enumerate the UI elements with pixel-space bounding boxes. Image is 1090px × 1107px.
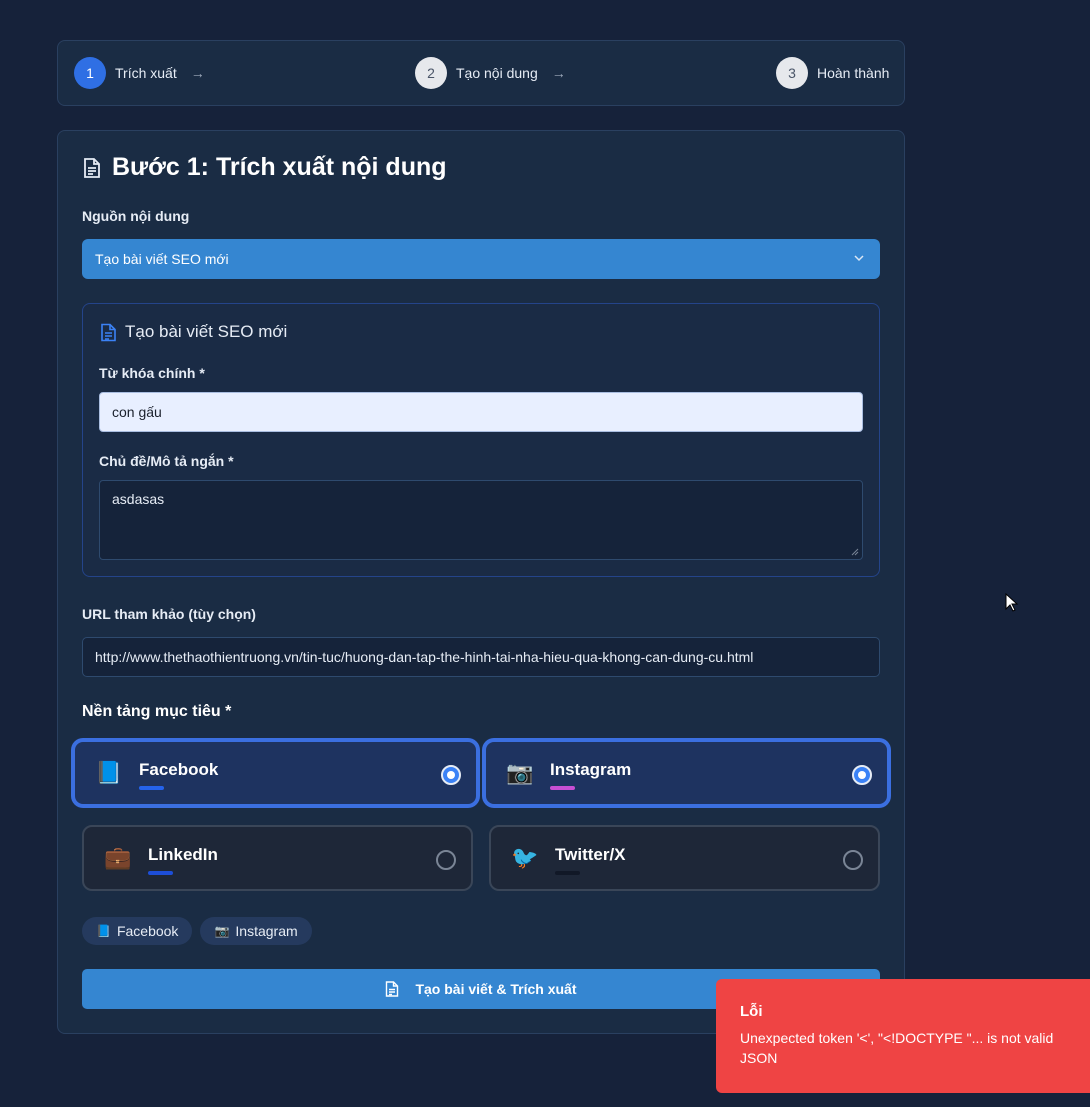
- camera-icon: 📷: [214, 924, 230, 938]
- page-title: Bước 1: Trích xuất nội dung: [82, 153, 447, 182]
- platform-name: LinkedIn: [148, 845, 218, 864]
- platform-card-instagram[interactable]: 📷 Instagram: [484, 740, 889, 806]
- step-create-content: 2 Tạo nội dung →: [415, 57, 566, 89]
- step-label: Tạo nội dung: [456, 65, 538, 81]
- platform-color-bar: [148, 871, 173, 875]
- topic-label: Chủ đề/Mô tả ngắn *: [99, 453, 234, 469]
- source-select[interactable]: Tạo bài viết SEO mới: [82, 239, 880, 279]
- platform-card-twitter[interactable]: 🐦 Twitter/X: [489, 825, 880, 891]
- platform-name: Facebook: [139, 760, 219, 779]
- progress-stepper: 1 Trích xuất → 2 Tạo nội dung → 3 Hoàn t…: [57, 40, 905, 106]
- platform-color-bar: [550, 786, 575, 790]
- step-extract: 1 Trích xuất →: [74, 57, 205, 89]
- platform-name: Instagram: [550, 760, 632, 779]
- platform-name: Twitter/X: [555, 845, 626, 864]
- toast-message: Unexpected token '<', "<!DOCTYPE "... is…: [740, 1030, 1054, 1066]
- toast-title: Lỗi: [740, 1003, 763, 1020]
- chip-facebook: 📘 Facebook: [82, 917, 193, 945]
- topic-text: asdasas: [112, 491, 165, 507]
- step-label: Trích xuất: [115, 65, 177, 81]
- facebook-book-icon: 📘: [95, 760, 123, 785]
- platform-radio[interactable]: [852, 765, 872, 785]
- platform-radio[interactable]: [843, 850, 863, 870]
- resize-handle-icon[interactable]: [851, 548, 859, 556]
- camera-icon: 📷: [506, 760, 534, 785]
- platform-radio[interactable]: [436, 850, 456, 870]
- platform-radio[interactable]: [441, 765, 461, 785]
- chip-label: Facebook: [116, 923, 179, 939]
- seo-panel-title-text: Tạo bài viết SEO mới: [125, 322, 288, 341]
- mouse-pointer-icon: [1005, 593, 1019, 612]
- chip-label: Instagram: [235, 923, 298, 939]
- platform-section-title: Nền tảng mục tiêu *: [82, 703, 232, 720]
- reference-url-input[interactable]: http://www.thethaothientruong.vn/tin-tuc…: [82, 637, 880, 677]
- source-label: Nguồn nội dung: [82, 208, 190, 224]
- platform-color-bar: [139, 786, 164, 790]
- seo-article-panel: Tạo bài viết SEO mới Từ khóa chính * con…: [82, 303, 880, 577]
- submit-label: Tạo bài viết & Trích xuất: [415, 981, 577, 997]
- facebook-book-icon: 📘: [96, 924, 111, 938]
- topic-textarea[interactable]: asdasas: [99, 480, 863, 560]
- selected-platform-chips: 📘 Facebook 📷 Instagram: [82, 917, 312, 945]
- document-icon: [101, 323, 116, 341]
- keyword-label: Từ khóa chính *: [99, 365, 205, 381]
- seo-panel-title: Tạo bài viết SEO mới: [100, 322, 287, 342]
- document-icon: [84, 157, 100, 178]
- platform-card-linkedin[interactable]: 💼 LinkedIn: [82, 825, 473, 891]
- page-title-text: Bước 1: Trích xuất nội dung: [112, 153, 447, 181]
- url-label: URL tham khảo (tùy chọn): [82, 606, 256, 622]
- step-complete: 3 Hoàn thành: [776, 57, 889, 89]
- step-number: 2: [415, 57, 447, 89]
- briefcase-icon: 💼: [104, 845, 132, 870]
- source-select-value: Tạo bài viết SEO mới: [95, 251, 229, 267]
- extract-card: Bước 1: Trích xuất nội dung Nguồn nội du…: [57, 130, 905, 1034]
- chevron-down-icon: [854, 255, 864, 262]
- chip-instagram: 📷 Instagram: [200, 917, 312, 945]
- arrow-right-icon: →: [551, 65, 566, 81]
- step-number: 1: [74, 57, 106, 89]
- step-number: 3: [776, 57, 808, 89]
- error-toast[interactable]: Lỗi Unexpected token '<', "<!DOCTYPE "..…: [716, 979, 1090, 1093]
- bird-icon: 🐦: [511, 845, 539, 870]
- keyword-input[interactable]: con gấu: [99, 392, 863, 432]
- platform-card-facebook[interactable]: 📘 Facebook: [73, 740, 478, 806]
- platform-color-bar: [555, 871, 580, 875]
- step-label: Hoàn thành: [817, 65, 890, 81]
- arrow-right-icon: →: [190, 65, 205, 81]
- document-icon: [386, 981, 399, 997]
